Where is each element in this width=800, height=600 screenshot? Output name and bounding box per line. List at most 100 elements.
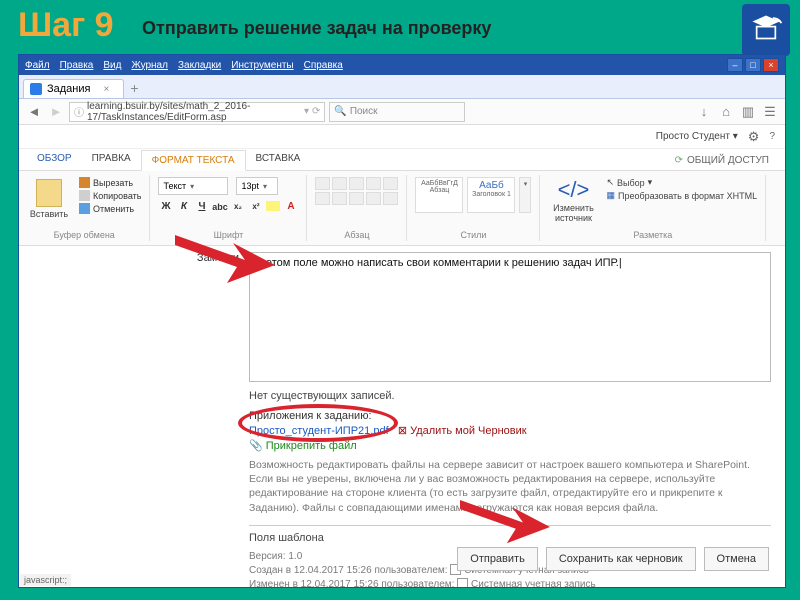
forward-button[interactable]: ► xyxy=(47,103,65,121)
align-justify-button[interactable] xyxy=(366,192,381,205)
menu-help[interactable]: Справка xyxy=(304,60,343,71)
ribbon-tab-overview[interactable]: ОБЗОР xyxy=(27,149,82,170)
ribbon-tab-insert[interactable]: ВСТАВКА xyxy=(246,149,311,170)
new-tab-button[interactable]: + xyxy=(124,78,144,98)
search-field[interactable]: 🔍 Поиск xyxy=(329,102,465,122)
save-draft-button[interactable]: Сохранить как черновик xyxy=(546,547,696,571)
url-text: learning.bsuir.by/sites/math_2_2016-17/T… xyxy=(87,101,304,123)
maximize-button[interactable]: □ xyxy=(745,58,761,72)
undo-icon xyxy=(79,203,90,214)
code-icon: </> xyxy=(548,177,598,203)
settings-gear-icon[interactable]: ⚙ xyxy=(748,129,760,145)
url-dropdown-icon[interactable]: ▾ xyxy=(304,106,309,117)
ltr-button[interactable] xyxy=(383,192,398,205)
indent-button[interactable] xyxy=(366,177,381,190)
url-field[interactable]: ⓘ learning.bsuir.by/sites/math_2_2016-17… xyxy=(69,102,325,122)
select-button[interactable]: ↖Выбор ▾ xyxy=(606,177,757,188)
ribbon-tabs: ОБЗОР ПРАВКА ФОРМАТ ТЕКСТА ВСТАВКА ⟳ОБЩИ… xyxy=(19,149,785,171)
send-button[interactable]: Отправить xyxy=(457,547,538,571)
ribbon-tab-edit[interactable]: ПРАВКА xyxy=(82,149,141,170)
group-label: Разметка xyxy=(540,230,765,240)
group-label: Стили xyxy=(407,230,539,240)
menu-file[interactable]: Файл xyxy=(25,60,50,71)
align-center-button[interactable] xyxy=(332,192,347,205)
cut-button[interactable]: Вырезать xyxy=(79,177,141,188)
ribbon-group-paragraph: Абзац xyxy=(307,175,407,241)
university-logo xyxy=(742,4,790,56)
convert-xhtml-button[interactable]: ▦Преобразовать в формат XHTML xyxy=(606,190,757,201)
info-icon: ⓘ xyxy=(74,104,84,119)
step-number: Шаг 9 xyxy=(18,6,114,45)
ribbon: Вставить Вырезать Копировать Отменить Бу… xyxy=(19,171,785,246)
template-fields-label: Поля шаблона xyxy=(249,525,771,544)
reload-icon[interactable]: ⟳ xyxy=(312,106,320,117)
ribbon-group-clipboard: Вставить Вырезать Копировать Отменить Бу… xyxy=(19,175,150,241)
styles-more-button[interactable]: ▾ xyxy=(519,177,531,213)
status-bar: javascript:; xyxy=(20,574,71,586)
share-icon: ⟳ xyxy=(675,155,683,166)
font-body-dropdown[interactable]: Текст xyxy=(158,177,228,195)
edit-source-button[interactable]: </> Изменить источник xyxy=(548,177,598,223)
pilcrow-button[interactable] xyxy=(383,177,398,190)
delete-draft-link[interactable]: ⊠ Удалить мой Черновик xyxy=(398,425,527,437)
cursor-icon: ↖ xyxy=(606,177,614,188)
editor-area: Заметки В этом поле можно написать свои … xyxy=(19,246,785,587)
outdent-button[interactable] xyxy=(349,177,364,190)
modified-author: Системная учетная запись xyxy=(471,579,596,587)
help-icon[interactable]: ? xyxy=(769,131,775,142)
convert-icon: ▦ xyxy=(606,190,615,201)
step-subtitle: Отправить решение задач на проверку xyxy=(142,18,491,39)
browser-urlbar: ◄ ► ⓘ learning.bsuir.by/sites/math_2_201… xyxy=(19,99,785,125)
back-button[interactable]: ◄ xyxy=(25,103,43,121)
strike-button[interactable]: abc xyxy=(212,199,227,214)
attach-file-link[interactable]: 📎 Прикрепить файл xyxy=(249,440,357,452)
style-heading1[interactable]: АаБб Заголовок 1 xyxy=(467,177,515,213)
paste-button[interactable]: Вставить xyxy=(27,177,71,219)
group-label: Шрифт xyxy=(150,230,306,240)
modified-text: Изменен в 12.04.2017 15:26 пользователем… xyxy=(249,579,454,587)
minimize-button[interactable]: – xyxy=(727,58,743,72)
attachment-link[interactable]: Просто_студент-ИПР21.pdf xyxy=(249,425,389,437)
help-text: Возможность редактировать файлы на серве… xyxy=(249,458,771,515)
subscript-button[interactable]: x₂ xyxy=(230,199,245,214)
downloads-icon[interactable]: ↓ xyxy=(695,103,713,121)
superscript-button[interactable]: x² xyxy=(248,199,263,214)
ribbon-tab-format[interactable]: ФОРМАТ ТЕКСТА xyxy=(141,150,246,171)
menu-history[interactable]: Журнал xyxy=(131,60,168,71)
copy-button[interactable]: Копировать xyxy=(79,190,141,201)
font-size-dropdown[interactable]: 13pt xyxy=(236,177,278,195)
notes-textarea[interactable]: В этом поле можно написать свои коммента… xyxy=(249,252,771,382)
undo-button[interactable]: Отменить xyxy=(79,203,141,214)
browser-tab[interactable]: Задания × xyxy=(23,79,124,98)
numbering-button[interactable] xyxy=(332,177,347,190)
close-button[interactable]: × xyxy=(763,58,779,72)
hamburger-icon[interactable]: ☰ xyxy=(761,103,779,121)
bookmarks-icon[interactable]: ▥ xyxy=(739,103,757,121)
copy-icon xyxy=(79,190,90,201)
cut-icon xyxy=(79,177,90,188)
action-buttons: Отправить Сохранить как черновик Отмена xyxy=(457,547,769,571)
highlight-button[interactable] xyxy=(266,201,280,211)
font-color-button[interactable]: A xyxy=(283,199,298,214)
modified-author-checkbox[interactable] xyxy=(457,578,468,587)
home-icon[interactable]: ⌂ xyxy=(717,103,735,121)
bold-button[interactable]: Ж xyxy=(158,199,173,214)
share-button[interactable]: ⟳ОБЩИЙ ДОСТУП xyxy=(667,151,777,170)
menu-edit[interactable]: Правка xyxy=(60,60,94,71)
attachments-label: Приложения к заданию: xyxy=(249,410,771,422)
cancel-button[interactable]: Отмена xyxy=(704,547,769,571)
align-left-button[interactable] xyxy=(315,192,330,205)
menu-bookmarks[interactable]: Закладки xyxy=(178,60,221,71)
created-text: Создан в 12.04.2017 15:26 пользователем: xyxy=(249,565,448,576)
underline-button[interactable]: Ч xyxy=(194,199,209,214)
menu-tools[interactable]: Инструменты xyxy=(231,60,293,71)
ribbon-group-styles: АаБбВвГгД Абзац АаБб Заголовок 1 ▾ Стили xyxy=(407,175,540,241)
user-menu[interactable]: Просто Студент ▾ xyxy=(656,131,738,142)
favicon-icon xyxy=(30,83,42,95)
menu-view[interactable]: Вид xyxy=(103,60,121,71)
align-right-button[interactable] xyxy=(349,192,364,205)
bullets-button[interactable] xyxy=(315,177,330,190)
style-normal[interactable]: АаБбВвГгД Абзац xyxy=(415,177,463,213)
tab-close-icon[interactable]: × xyxy=(103,84,109,95)
italic-button[interactable]: К xyxy=(176,199,191,214)
